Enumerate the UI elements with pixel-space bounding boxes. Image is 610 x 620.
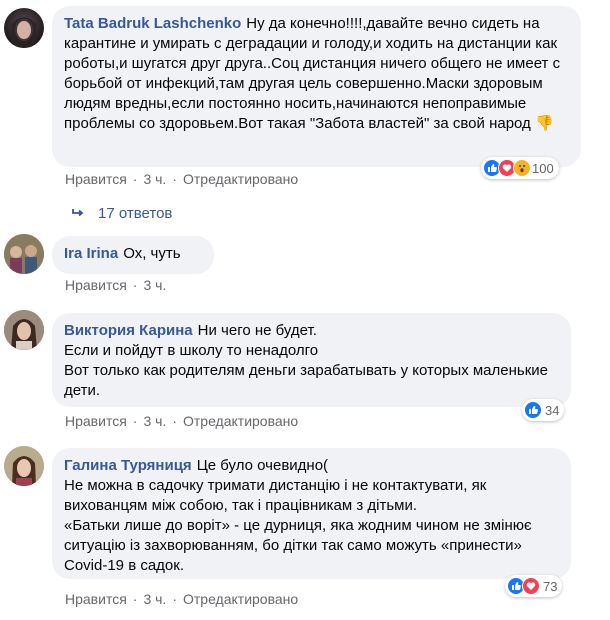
reaction-count: 100	[532, 160, 554, 176]
comment-text: Ну да конечно!!!!,давайте вечно сидеть н…	[64, 15, 561, 132]
separator-dot: ·	[132, 277, 138, 293]
comment-timestamp[interactable]: 3 ч.	[143, 277, 166, 293]
comment-author[interactable]: Ira Irina	[64, 245, 118, 262]
avatar[interactable]	[4, 8, 44, 48]
view-replies-link[interactable]: 17 ответов	[72, 205, 172, 222]
avatar[interactable]	[4, 446, 44, 486]
love-reaction-icon	[522, 577, 540, 595]
comment-bubble: Ira Irina Ох, чуть	[52, 236, 214, 274]
edited-label[interactable]: Отредактировано	[183, 171, 298, 187]
comment-author[interactable]: Виктория Карина	[64, 322, 193, 339]
reaction-summary[interactable]: 73	[505, 575, 563, 597]
replies-count: 17 ответов	[98, 205, 173, 222]
separator-dot: ·	[172, 591, 177, 607]
separator-dot: ·	[172, 413, 177, 429]
reaction-count: 73	[543, 578, 558, 594]
separator-dot: ·	[132, 171, 138, 187]
reaction-summary[interactable]: 100	[481, 157, 559, 179]
avatar-image	[4, 446, 44, 486]
comment-actions: Нравится · 3 ч. · Отредактировано	[65, 591, 298, 607]
like-button[interactable]: Нравится	[65, 413, 127, 429]
avatar-image	[12, 17, 36, 48]
comment-bubble: Виктория Карина Ни чего не будет. Если и …	[52, 313, 571, 407]
separator-dot: ·	[172, 171, 177, 187]
comment-author[interactable]: Галина Туряниця	[64, 457, 192, 474]
comment-timestamp[interactable]: 3 ч.	[143, 171, 166, 187]
reaction-count: 34	[545, 402, 560, 418]
avatar-image	[4, 234, 44, 274]
avatar-image	[4, 310, 44, 350]
separator-dot: ·	[132, 591, 138, 607]
like-button[interactable]: Нравится	[65, 277, 127, 293]
comment-author[interactable]: Tata Badruk Lashchenko	[64, 15, 241, 32]
reply-arrow-icon	[72, 205, 84, 222]
comment-actions: Нравится · 3 ч. · Отредактировано	[65, 413, 298, 429]
avatar[interactable]	[4, 310, 44, 350]
comment-text: Це було очевидно( Не можна в садочку три…	[64, 457, 532, 574]
comment-timestamp[interactable]: 3 ч.	[143, 591, 166, 607]
reaction-summary[interactable]: 34	[522, 399, 565, 421]
edited-label[interactable]: Отредактировано	[183, 413, 298, 429]
comment-actions: Нравится · 3 ч. · Отредактировано	[65, 171, 298, 187]
avatar[interactable]	[4, 234, 44, 274]
comment-timestamp[interactable]: 3 ч.	[143, 413, 166, 429]
comment-actions: Нравится · 3 ч.	[65, 277, 166, 293]
separator-dot: ·	[132, 413, 138, 429]
comment-bubble: Tata Badruk Lashchenko Ну да конечно!!!!,…	[52, 6, 581, 167]
like-button[interactable]: Нравится	[65, 171, 127, 187]
wow-reaction-icon	[513, 159, 531, 177]
comment-text: Ох, чуть	[123, 245, 181, 262]
like-button[interactable]: Нравится	[65, 591, 127, 607]
like-reaction-icon	[524, 401, 542, 419]
comment-bubble: Галина Туряниця Це було очевидно( Не можн…	[52, 448, 571, 579]
edited-label[interactable]: Отредактировано	[183, 591, 298, 607]
